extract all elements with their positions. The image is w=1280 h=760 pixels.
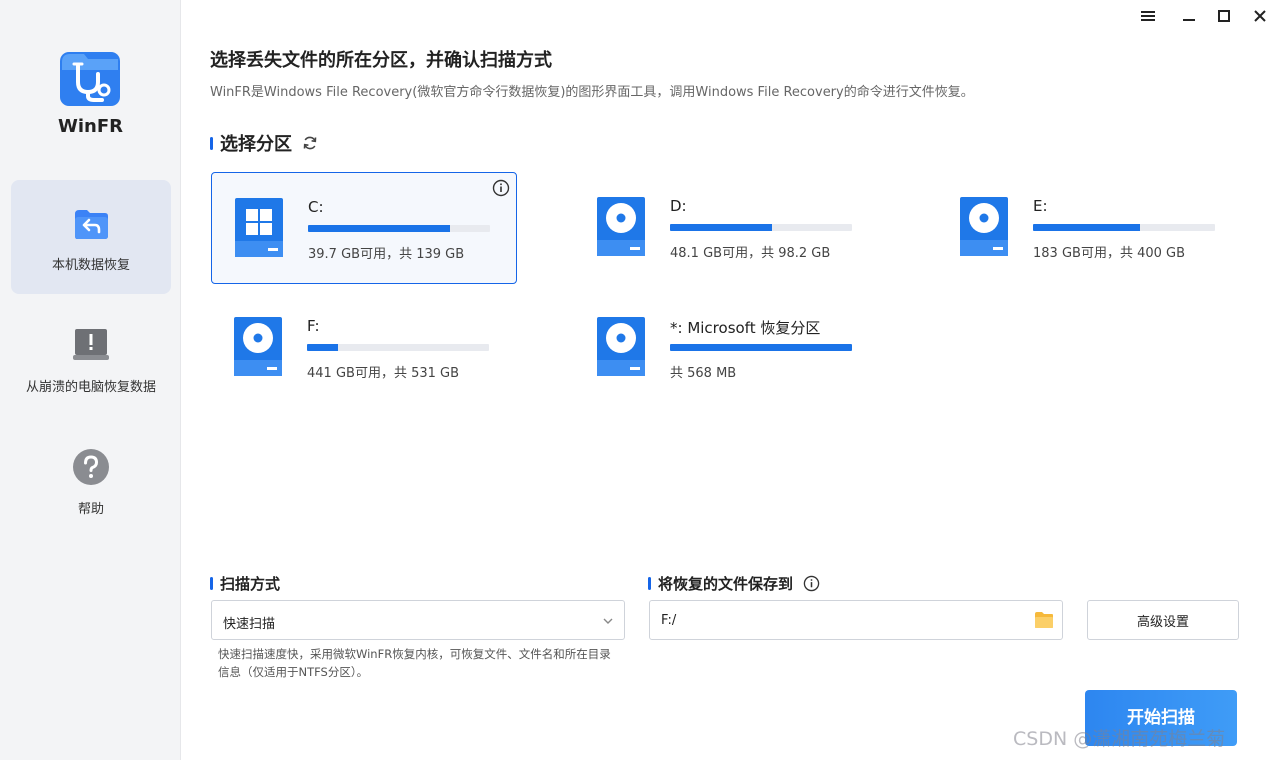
sidebar-item-label: 从崩溃的电脑恢复数据 — [25, 380, 156, 395]
help-icon — [73, 449, 109, 485]
scan-mode-select[interactable]: 快速扫描 — [211, 600, 625, 640]
menu-button[interactable] — [1137, 5, 1159, 27]
disk-drive-icon — [234, 317, 282, 376]
save-heading-label: 将恢复的文件保存到 — [658, 575, 794, 593]
drive-card-recovery[interactable]: *: Microsoft 恢复分区 共 568 MB — [574, 292, 880, 404]
drive-info: 共 568 MB — [670, 366, 737, 381]
section-marker — [210, 577, 213, 590]
windows-drive-icon — [235, 198, 283, 257]
scan-mode-value: 快速扫描 — [223, 617, 276, 632]
drive-usage-bar — [308, 225, 490, 232]
scan-heading: 扫描方式 — [210, 573, 280, 594]
drive-card-f[interactable]: F: 441 GB可用，共 531 GB — [211, 292, 517, 404]
drive-card-d[interactable]: D: 48.1 GB可用，共 98.2 GB — [574, 172, 880, 284]
restore-icon — [75, 210, 108, 239]
save-path-field[interactable]: F:/ — [649, 600, 1063, 640]
refresh-icon[interactable] — [302, 135, 318, 151]
drive-name: E: — [1033, 197, 1048, 215]
close-button[interactable] — [1249, 5, 1271, 27]
maximize-icon — [1218, 10, 1230, 22]
disk-drive-icon — [597, 197, 645, 256]
partition-heading-label: 选择分区 — [220, 134, 292, 155]
minimize-icon — [1183, 19, 1195, 21]
drive-usage-bar — [670, 224, 852, 231]
advanced-settings-button[interactable]: 高级设置 — [1087, 600, 1239, 640]
sidebar-item-label: 帮助 — [77, 502, 104, 517]
info-icon[interactable] — [492, 179, 510, 197]
drive-name: F: — [307, 317, 320, 335]
drive-usage-fill — [308, 225, 450, 232]
sidebar: WinFR 本机数据恢复 从崩溃的电脑恢复数据 帮助 — [0, 0, 181, 760]
page-title: 选择丢失文件的所在分区，并确认扫描方式 — [210, 50, 552, 71]
app-name: WinFR — [58, 116, 123, 137]
drive-info: 441 GB可用，共 531 GB — [307, 366, 460, 381]
drive-info: 39.7 GB可用，共 139 GB — [308, 247, 465, 262]
drive-card-c[interactable]: C: 39.7 GB可用，共 139 GB — [211, 172, 517, 284]
drive-name: *: Microsoft 恢复分区 — [670, 319, 821, 337]
disk-drive-icon — [597, 317, 645, 376]
drive-card-e[interactable]: E: 183 GB可用，共 400 GB — [937, 172, 1243, 284]
scan-description: 快速扫描速度快，采用微软WinFR恢复内核，可恢复文件、文件名和所在目录信息（仅… — [218, 647, 611, 679]
drive-usage-bar — [307, 344, 489, 351]
save-heading: 将恢复的文件保存到 — [648, 573, 820, 594]
maximize-button[interactable] — [1213, 5, 1235, 27]
crashed-pc-icon — [73, 329, 109, 360]
section-marker — [648, 577, 651, 590]
menu-icon — [1141, 11, 1155, 21]
folder-icon[interactable] — [1034, 611, 1054, 629]
close-icon — [1254, 10, 1266, 22]
scan-heading-label: 扫描方式 — [220, 575, 281, 593]
save-path-value: F:/ — [661, 613, 677, 628]
page-subtitle: WinFR是Windows File Recovery(微软官方命令行数据恢复)… — [210, 85, 974, 100]
drive-info: 48.1 GB可用，共 98.2 GB — [670, 246, 831, 261]
drive-usage-bar — [1033, 224, 1215, 231]
drive-usage-fill — [307, 344, 338, 351]
info-icon[interactable] — [803, 575, 820, 592]
watermark: CSDN @潇湘南苑梅兰菊 — [1013, 728, 1226, 750]
drive-info: 183 GB可用，共 400 GB — [1033, 246, 1186, 261]
chevron-down-icon — [603, 618, 613, 624]
sidebar-item-help[interactable]: 帮助 — [11, 425, 171, 539]
sidebar-item-label: 本机数据恢复 — [51, 258, 130, 273]
winfr-logo — [60, 52, 120, 106]
drive-usage-fill — [670, 344, 852, 351]
partition-heading: 选择分区 — [210, 130, 318, 156]
sidebar-item-local-recovery[interactable]: 本机数据恢复 — [11, 180, 171, 294]
drive-usage-fill — [670, 224, 772, 231]
minimize-button[interactable] — [1178, 5, 1200, 27]
drive-name: C: — [308, 198, 324, 216]
sidebar-item-crashed-pc[interactable]: 从崩溃的电脑恢复数据 — [11, 303, 171, 417]
drive-usage-bar — [670, 344, 852, 351]
drive-name: D: — [670, 197, 687, 215]
section-marker — [210, 136, 213, 150]
drive-usage-fill — [1033, 224, 1141, 231]
disk-drive-icon — [960, 197, 1008, 256]
